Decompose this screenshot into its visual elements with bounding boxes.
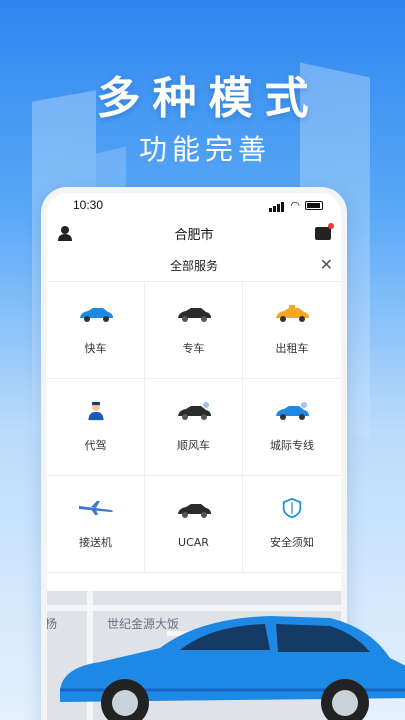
signal-icon [269, 198, 285, 212]
service-label: 顺风车 [177, 439, 210, 452]
battery-icon [305, 200, 323, 210]
service-label: 出租车 [275, 342, 309, 355]
driver-icon [88, 401, 103, 421]
service-label: UCAR [178, 535, 209, 549]
car-illustration [59, 616, 405, 720]
airplane-icon [78, 501, 113, 515]
services-title: 全部服务 [169, 258, 218, 273]
status-time: 10:30 [73, 198, 104, 212]
service-label: 接送机 [79, 536, 112, 549]
service-label: 专车 [182, 342, 205, 355]
services-grid: 快车 专车 出租车 代驾 顺风车 城际专线 接送机 UCAR 安全须知 [47, 281, 341, 573]
top-nav: 合肥市 [47, 217, 341, 249]
message-icon[interactable] [314, 222, 334, 240]
service-daijia[interactable]: 代驾 [47, 379, 145, 476]
service-kuaiche[interactable]: 快车 [47, 282, 145, 379]
service-zhuanche[interactable]: 专车 [145, 282, 243, 379]
close-icon[interactable]: ✕ [320, 255, 333, 274]
service-label: 城际专线 [270, 439, 314, 452]
promo-subtitle: 功能完善 [138, 133, 271, 166]
ucar-icon [177, 503, 211, 518]
city-selector[interactable]: 合肥市 [174, 224, 213, 243]
service-label: 代驾 [84, 439, 107, 452]
hitch-car-icon [177, 402, 211, 420]
shield-icon [282, 498, 302, 518]
taxi-icon [276, 305, 309, 322]
service-safety[interactable]: 安全须知 [243, 476, 341, 573]
intercity-car-icon [276, 402, 309, 420]
service-ucar[interactable]: UCAR [145, 476, 243, 573]
status-bar: 10:30 ◠ [47, 193, 341, 217]
service-taxi[interactable]: 出租车 [243, 282, 341, 379]
service-chengji[interactable]: 城际专线 [243, 379, 341, 476]
blue-car-icon [79, 308, 113, 322]
black-sedan-icon [177, 308, 211, 322]
service-shunfengche[interactable]: 顺风车 [145, 379, 243, 476]
promo-title: 多种模式 [96, 73, 321, 124]
wifi-icon: ◠ [290, 199, 300, 212]
service-label: 安全须知 [270, 536, 314, 549]
services-header: 全部服务 ✕ [47, 249, 341, 281]
service-jiesongji[interactable]: 接送机 [47, 476, 145, 573]
service-label: 快车 [84, 342, 107, 355]
user-icon[interactable] [57, 225, 73, 241]
